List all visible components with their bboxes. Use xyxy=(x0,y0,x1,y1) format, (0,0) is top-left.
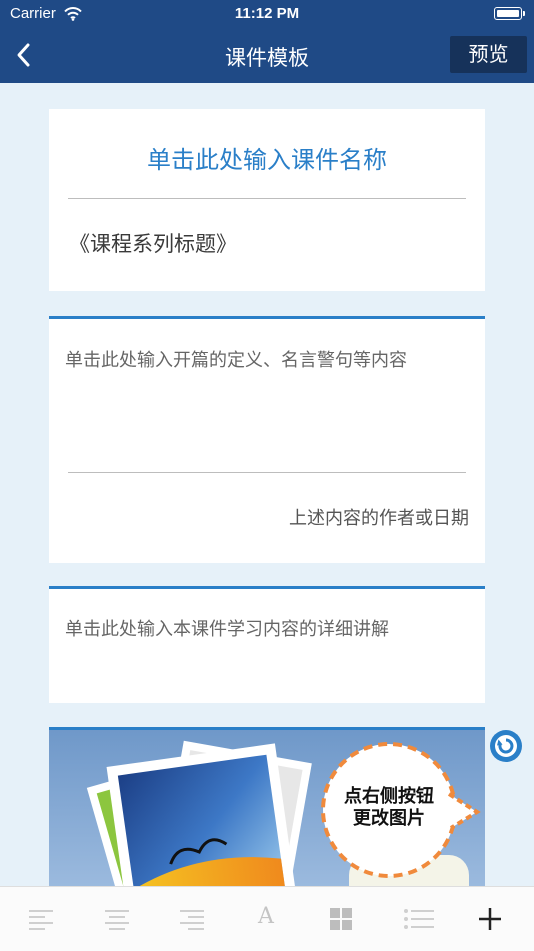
series-title-field[interactable]: 《课程系列标题》 xyxy=(69,228,237,258)
courseware-name-field[interactable]: 单击此处输入课件名称 xyxy=(49,140,485,175)
align-center-button[interactable] xyxy=(81,887,153,951)
editor-toolbar: A xyxy=(0,886,534,951)
align-right-button[interactable] xyxy=(156,887,228,951)
quote-author-field[interactable]: 上述内容的作者或日期 xyxy=(289,504,469,530)
opening-quote-card: 单击此处输入开篇的定义、名言警句等内容 上述内容的作者或日期 xyxy=(49,316,485,563)
font-icon: A xyxy=(258,904,274,929)
align-right-icon xyxy=(180,910,204,930)
add-button[interactable] xyxy=(454,887,526,951)
change-image-refresh-icon[interactable] xyxy=(489,729,523,763)
grid-icon xyxy=(330,908,352,930)
opening-quote-field[interactable]: 单击此处输入开篇的定义、名言警句等内容 xyxy=(65,346,407,372)
change-image-hint-line2: 更改图片 xyxy=(353,808,425,829)
change-image-hint-line1: 点右侧按钮 xyxy=(344,786,434,807)
image-card[interactable]: 点右侧按钮 更改图片 xyxy=(49,727,485,900)
battery-icon xyxy=(494,7,525,20)
font-button[interactable]: A xyxy=(230,887,302,951)
status-bar: Carrier 11:12 PM xyxy=(0,0,534,28)
align-left-button[interactable] xyxy=(5,887,77,951)
align-center-icon xyxy=(105,910,129,930)
preview-button[interactable]: 预览 xyxy=(450,36,527,73)
list-button[interactable] xyxy=(380,887,452,951)
divider xyxy=(68,472,466,473)
list-icon xyxy=(404,909,434,929)
status-time: 11:12 PM xyxy=(234,5,300,22)
title-card: 单击此处输入课件名称 《课程系列标题》 xyxy=(49,109,485,291)
divider xyxy=(68,198,466,199)
content-card: 单击此处输入本课件学习内容的详细讲解 xyxy=(49,586,485,703)
navigation-bar: 课件模板 预览 xyxy=(0,28,534,83)
add-icon xyxy=(479,908,501,930)
align-left-icon xyxy=(29,910,53,930)
content-detail-field[interactable]: 单击此处输入本课件学习内容的详细讲解 xyxy=(65,615,389,641)
change-image-hint: 点右侧按钮 更改图片 xyxy=(331,786,447,830)
grid-layout-button[interactable] xyxy=(305,887,377,951)
